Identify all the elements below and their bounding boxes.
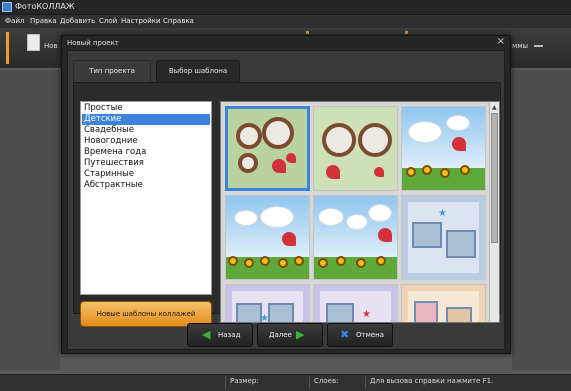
left-panel [0, 70, 60, 370]
scroll-up-icon[interactable]: ▲ [492, 104, 497, 111]
x-icon: ✖ [340, 328, 350, 341]
toolbar-right-icon [534, 45, 543, 47]
toolbar-new-label[interactable]: Нов [44, 42, 58, 50]
cancel-button[interactable]: ✖ Отмена [327, 323, 393, 347]
status-separator [309, 376, 310, 389]
template-thumbnail[interactable]: ★ [401, 195, 486, 280]
next-button-label: Далее [269, 331, 292, 339]
menu-add[interactable]: Добавить [60, 17, 95, 25]
dialog-nav-bar: ◀ Назад Далее ▶ ✖ Отмена [68, 317, 506, 351]
category-new-year[interactable]: Новогодние [82, 136, 210, 147]
app-logo-icon [2, 2, 12, 12]
template-thumbnail[interactable] [225, 195, 310, 280]
next-button[interactable]: Далее ▶ [257, 323, 323, 347]
tab-template-choice[interactable]: Выбор шаблона [156, 60, 240, 82]
status-help: Для вызова справки нажмите F1. [370, 377, 494, 385]
category-seasons[interactable]: Времена года [82, 147, 210, 158]
category-list[interactable]: Простые Детские Свадебные Новогодние Вре… [80, 101, 212, 295]
status-separator [225, 376, 226, 389]
status-layers: Слоев: [314, 377, 339, 385]
close-icon[interactable]: × [497, 36, 505, 47]
template-thumbnail[interactable] [313, 195, 398, 280]
app-title: ФотоКОЛЛАЖ [15, 2, 75, 11]
template-thumbnail[interactable] [313, 106, 398, 191]
toolbar-marker [306, 31, 309, 34]
menu-layer[interactable]: Слой [99, 17, 117, 25]
menu-settings[interactable]: Настройки [121, 17, 161, 25]
category-vintage[interactable]: Старинные [82, 169, 210, 180]
new-project-dialog: Новый проект × Тип проекта Выбор шаблона… [61, 35, 511, 354]
dialog-title: Новый проект [67, 39, 119, 47]
template-thumbnail[interactable] [225, 106, 310, 191]
menu-file[interactable]: Файл [5, 17, 24, 25]
category-simple[interactable]: Простые [82, 103, 210, 114]
template-thumbnail[interactable] [401, 106, 486, 191]
category-abstract[interactable]: Абстрактные [82, 180, 210, 191]
new-document-icon[interactable] [27, 34, 40, 51]
back-button-label: Назад [218, 331, 241, 339]
menu-help[interactable]: Справка [163, 17, 194, 25]
status-size: Размер: [230, 377, 259, 385]
tab-project-type[interactable]: Тип проекта [73, 60, 151, 82]
title-bar: ФотоКОЛЛАЖ [0, 0, 571, 15]
scroll-thumb[interactable] [491, 113, 498, 243]
category-wedding[interactable]: Свадебные [82, 125, 210, 136]
menu-edit[interactable]: Правка [30, 17, 57, 25]
menu-bar: Файл Правка Добавить Слой Настройки Спра… [0, 15, 571, 28]
arrow-left-icon: ◀ [202, 328, 211, 341]
category-travel[interactable]: Путешествия [82, 158, 210, 169]
template-thumbnails: ★ ★ ★ ▲ [220, 101, 500, 323]
toolbar-accent [6, 32, 9, 64]
thumbnails-scrollbar[interactable]: ▲ [489, 102, 499, 322]
back-button[interactable]: ◀ Назад [187, 323, 253, 347]
dialog-body: Тип проекта Выбор шаблона Простые Детски… [67, 50, 505, 350]
right-panel [512, 70, 571, 370]
status-separator [365, 376, 366, 389]
toolbar-right-label[interactable]: ммы [512, 42, 528, 50]
toolbar-marker [405, 31, 408, 34]
category-kids[interactable]: Детские [82, 114, 210, 125]
cancel-button-label: Отмена [356, 331, 385, 339]
arrow-right-icon: ▶ [296, 328, 305, 341]
template-panel: Простые Детские Свадебные Новогодние Вре… [73, 82, 501, 327]
